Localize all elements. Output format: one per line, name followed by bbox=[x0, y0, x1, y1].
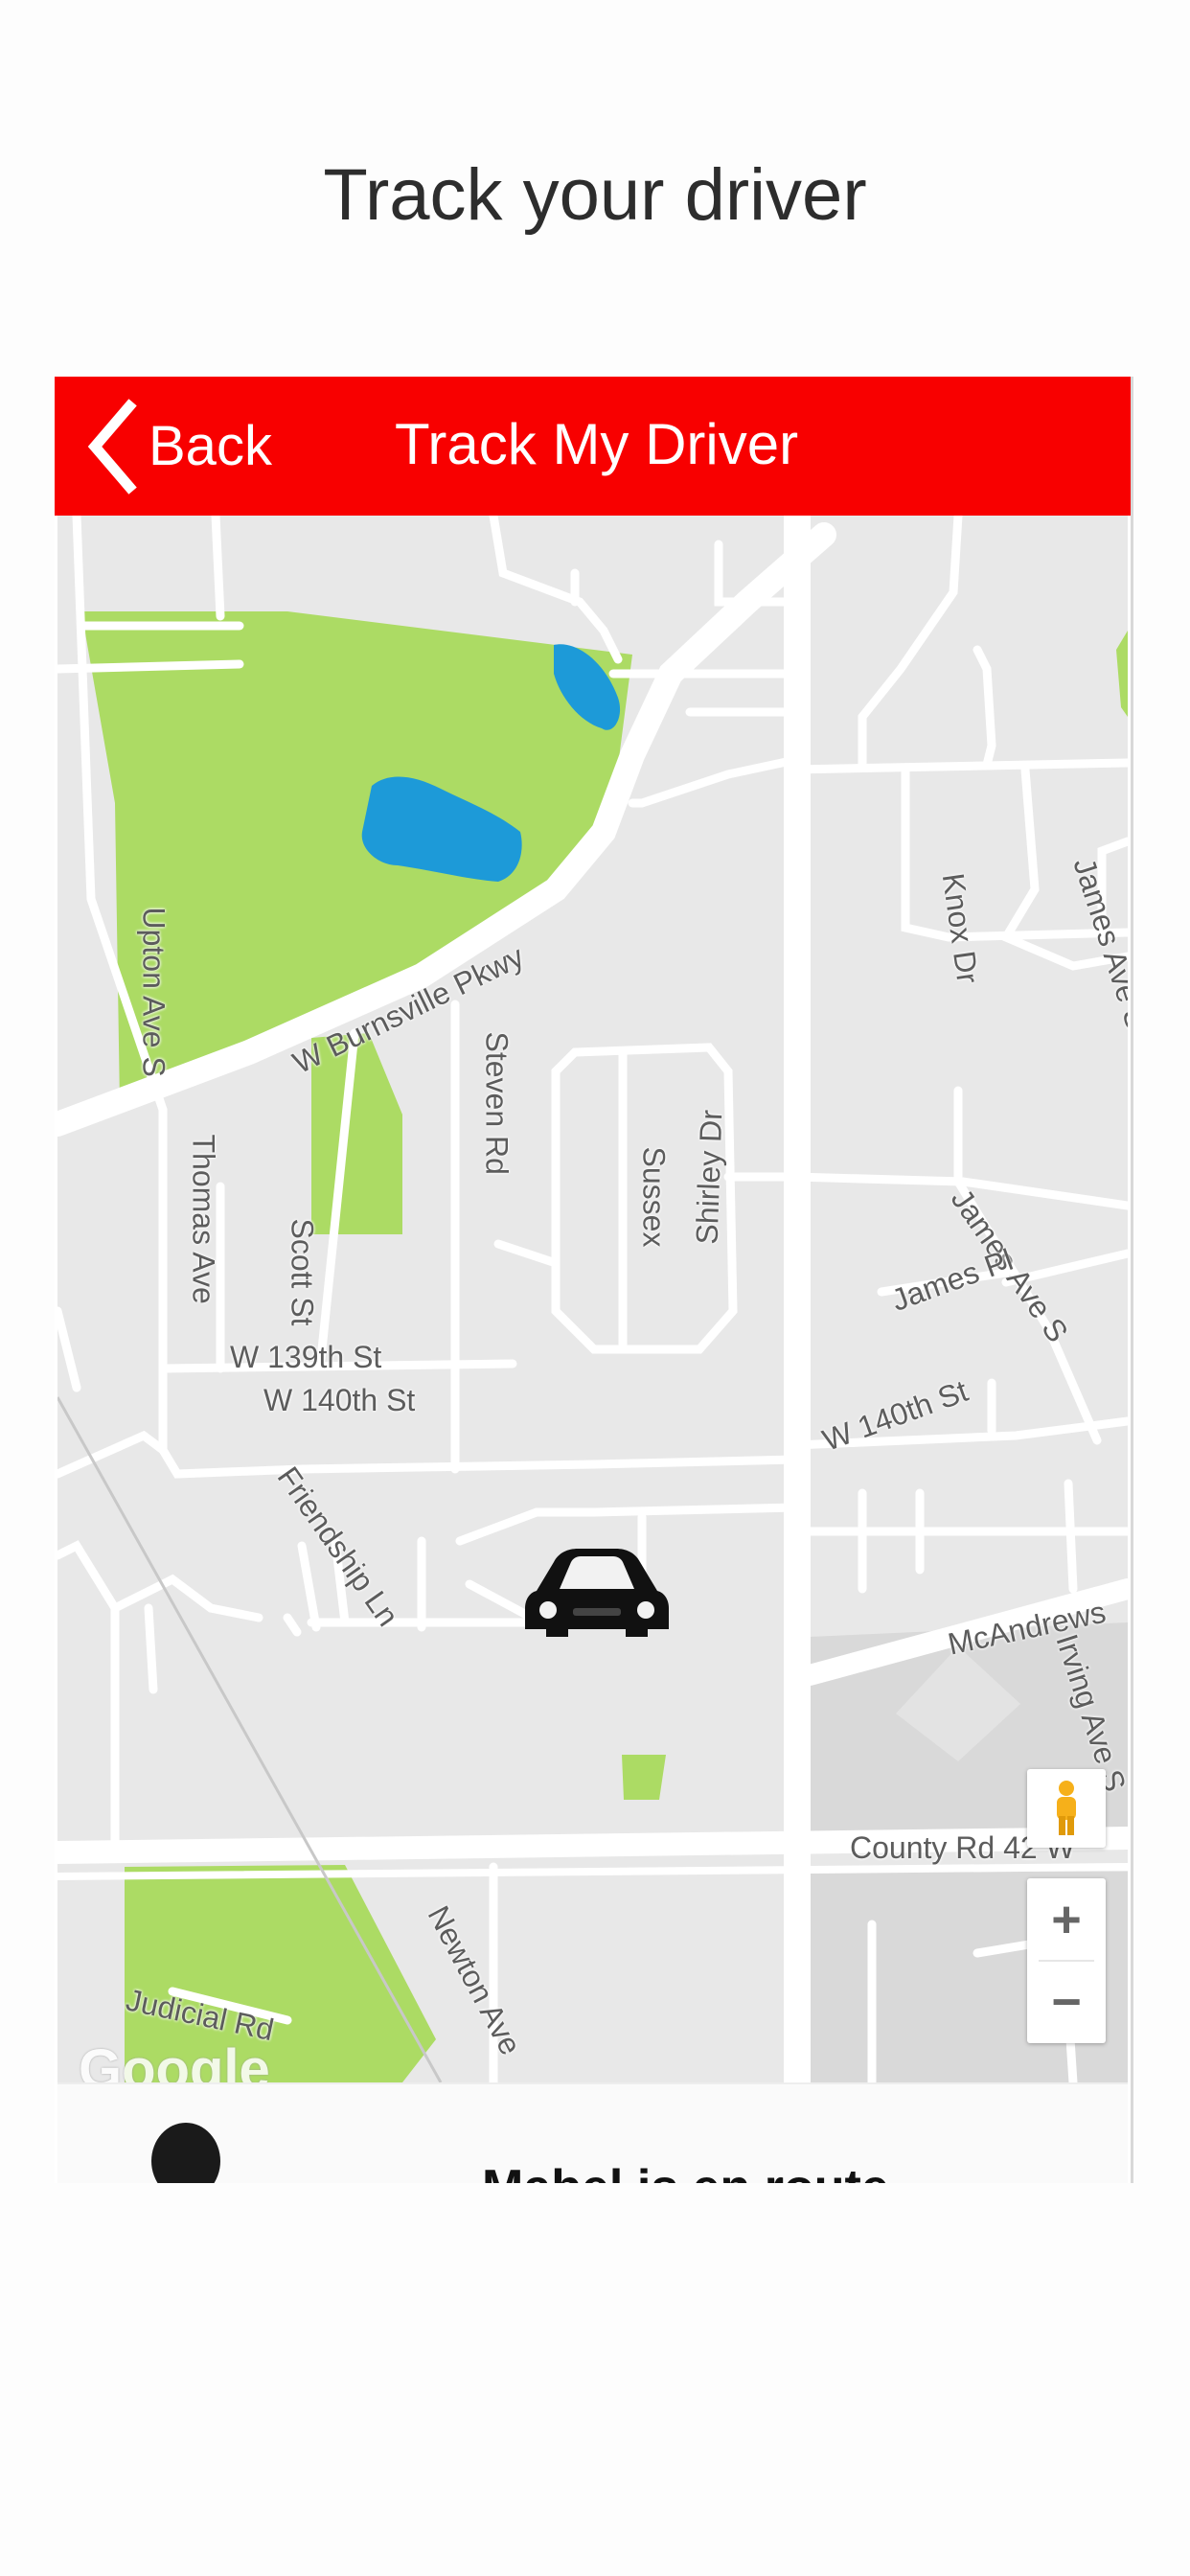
zoom-divider bbox=[1039, 1960, 1094, 1962]
chevron-left-icon bbox=[87, 398, 137, 494]
street-label-sussex: Sussex bbox=[636, 1146, 672, 1248]
page-title: Track your driver bbox=[323, 154, 867, 236]
driver-status-text: Mabel is en route bbox=[482, 2159, 889, 2183]
nav-bar: Back Track My Driver bbox=[55, 377, 1131, 516]
street-label-scott: Scott St bbox=[285, 1218, 320, 1326]
driver-status-panel: Mabel is en route bbox=[57, 2082, 1128, 2183]
google-logo: Google bbox=[79, 2038, 270, 2082]
zoom-out-button[interactable]: − bbox=[1027, 1961, 1106, 2043]
street-label-shirley: Shirley Dr bbox=[689, 1109, 729, 1246]
street-view-icon bbox=[1057, 1781, 1076, 1835]
zoom-control: + − bbox=[1027, 1878, 1106, 2043]
nav-title: Track My Driver bbox=[395, 412, 799, 476]
back-label: Back bbox=[149, 415, 272, 477]
map-view[interactable]: Upton Ave S W Burnsville Pkwy Thomas Ave… bbox=[57, 516, 1128, 2082]
street-label-upton: Upton Ave S bbox=[136, 907, 172, 1077]
app-screen: Back Track My Driver Upton Ave S W Burns… bbox=[55, 377, 1133, 2183]
driver-avatar bbox=[151, 2123, 220, 2183]
street-view-button[interactable] bbox=[1027, 1769, 1106, 1848]
zoom-in-button[interactable]: + bbox=[1027, 1878, 1106, 1961]
street-label-steven: Steven Rd bbox=[479, 1031, 515, 1175]
street-label-thomas: Thomas Ave bbox=[186, 1134, 221, 1304]
street-label-w140-left: W 140th St bbox=[263, 1383, 416, 1417]
street-label-w139: W 139th St bbox=[230, 1340, 382, 1374]
car-icon[interactable] bbox=[525, 1533, 669, 1639]
back-button[interactable]: Back bbox=[83, 396, 304, 496]
